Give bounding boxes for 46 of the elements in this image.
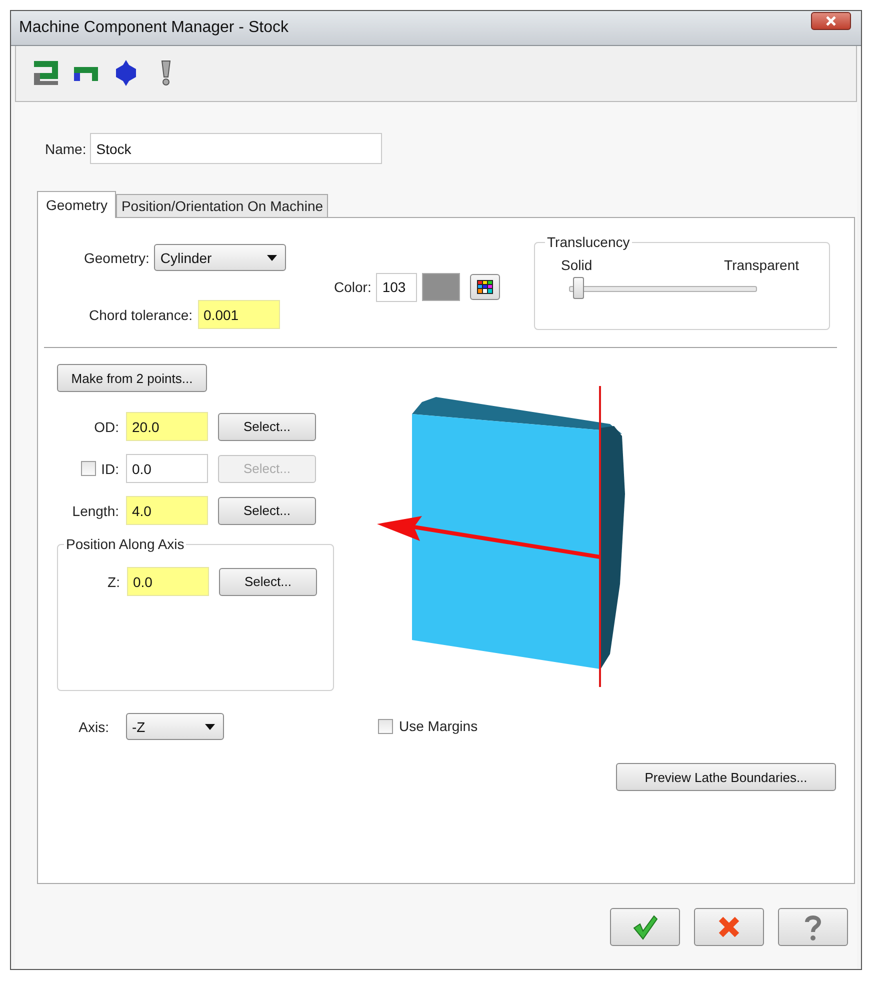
question-mark-icon <box>803 912 823 940</box>
input-field[interactable]: 20.0 <box>126 412 208 441</box>
checkbox-label: Use Margins <box>399 718 478 734</box>
field-label: Chord tolerance: <box>89 306 193 322</box>
select-button[interactable]: Select... <box>219 568 317 596</box>
input-field[interactable]: 4.0 <box>126 496 208 525</box>
input-field[interactable]: 103 <box>376 272 418 302</box>
square-frame-icon[interactable] <box>32 59 60 88</box>
field-label: Axis: <box>78 718 109 734</box>
field-label: Z: <box>108 574 120 590</box>
make-from-points-button[interactable]: Make from 2 points... <box>57 364 207 392</box>
field-label: Color: <box>334 279 372 295</box>
caret-icon <box>267 254 278 260</box>
tab[interactable]: Geometry <box>37 191 116 218</box>
cross-icon <box>717 914 741 938</box>
input-field[interactable]: 0.0 <box>127 567 209 596</box>
group-title: Translucency <box>545 234 632 250</box>
geometry-dropdown[interactable]: Cylinder <box>154 244 286 271</box>
checkmark-icon <box>632 914 658 940</box>
tab[interactable]: Position/Orientation On Machine <box>116 194 328 217</box>
close-button[interactable] <box>811 12 851 30</box>
slider-label: Solid <box>561 257 592 273</box>
select-button[interactable]: Select... <box>218 412 316 440</box>
field-label: Geometry: <box>84 250 150 266</box>
input-field[interactable]: 0.001 <box>198 300 280 329</box>
slider-thumb[interactable] <box>573 277 584 299</box>
cancel-button[interactable] <box>694 908 764 946</box>
close-icon <box>826 16 836 26</box>
caret-icon <box>205 724 215 730</box>
preview-boundaries-button[interactable]: Preview Lathe Boundaries... <box>616 763 836 791</box>
palette-icon <box>477 280 494 294</box>
select-button[interactable]: Select... <box>218 496 316 524</box>
field-label: Length: <box>72 502 119 518</box>
color-swatch <box>422 273 460 301</box>
ok-button[interactable] <box>610 908 680 946</box>
checkbox[interactable] <box>378 718 393 734</box>
field-label: ID: <box>101 460 119 476</box>
input-field[interactable]: Stock <box>90 133 382 164</box>
window-title: Machine Component Manager - Stock <box>19 18 290 37</box>
group-title: Position Along Axis <box>64 536 186 552</box>
field-label: Name: <box>45 140 86 156</box>
color-picker-button[interactable] <box>470 274 500 300</box>
axis-dropdown[interactable]: -Z <box>126 713 224 740</box>
field-label: OD: <box>94 418 119 434</box>
slider-label: Transparent <box>724 257 799 273</box>
help-button[interactable] <box>778 908 848 946</box>
